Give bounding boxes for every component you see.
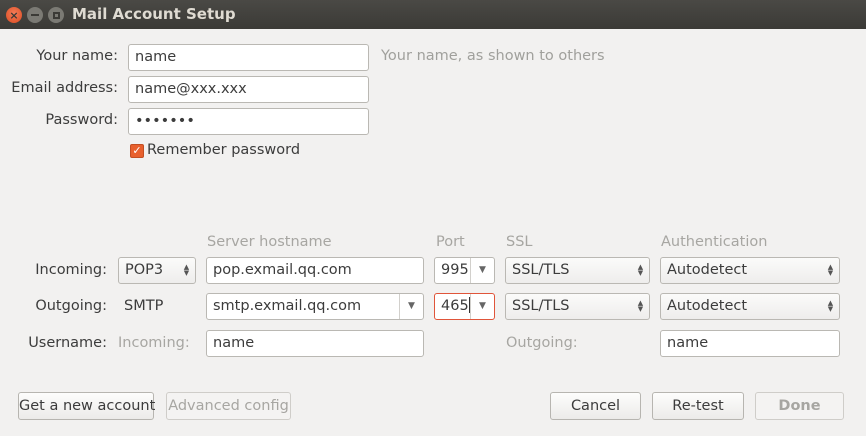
your-name-hint: Your name, as shown to others xyxy=(381,48,605,64)
outgoing-username-input[interactable]: name xyxy=(660,330,840,357)
header-authentication: Authentication xyxy=(661,234,768,250)
your-name-label: Your name: xyxy=(36,48,118,64)
chevron-down-icon[interactable]: ▼ xyxy=(399,294,423,319)
remember-password-label: Remember password xyxy=(147,142,301,158)
outgoing-protocol: SMTP xyxy=(124,298,164,314)
username-incoming-label: Incoming: xyxy=(118,335,190,351)
outgoing-hostname-combo[interactable]: smtp.exmail.qq.com ▼ xyxy=(206,293,424,320)
outgoing-port-value: 465 xyxy=(441,298,469,314)
password-input[interactable]: ••••••• xyxy=(128,108,369,135)
window-title: Mail Account Setup xyxy=(72,5,236,23)
header-port: Port xyxy=(436,234,465,250)
outgoing-ssl-value: SSL/TLS xyxy=(512,298,570,314)
header-server-hostname: Server hostname xyxy=(207,234,332,250)
your-name-input[interactable]: name xyxy=(128,44,369,71)
outgoing-label: Outgoing: xyxy=(35,298,107,314)
incoming-ssl-value: SSL/TLS xyxy=(512,262,570,278)
incoming-ssl-select[interactable]: SSL/TLS ▲ ▼ xyxy=(505,257,650,284)
close-icon[interactable]: × xyxy=(6,7,22,23)
incoming-protocol-value: POP3 xyxy=(125,262,164,278)
incoming-label: Incoming: xyxy=(35,262,107,278)
incoming-auth-value: Autodetect xyxy=(667,262,748,278)
incoming-hostname-input[interactable]: pop.exmail.qq.com xyxy=(206,257,424,284)
username-label: Username: xyxy=(28,335,107,351)
password-label: Password: xyxy=(45,112,118,128)
incoming-port-combo[interactable]: 995 ▼ xyxy=(434,257,495,284)
chevron-down-icon[interactable]: ▼ xyxy=(470,294,494,319)
outgoing-auth-select[interactable]: Autodetect ▲ ▼ xyxy=(660,293,840,320)
remember-password-checkbox[interactable]: ✓ xyxy=(130,144,144,158)
incoming-auth-select[interactable]: Autodetect ▲ ▼ xyxy=(660,257,840,284)
advanced-config-button[interactable]: Advanced config xyxy=(166,392,291,420)
incoming-username-input[interactable]: name xyxy=(206,330,424,357)
incoming-port-value: 995 xyxy=(441,262,469,278)
cancel-button[interactable]: Cancel xyxy=(550,392,641,420)
incoming-protocol-select[interactable]: POP3 ▲ ▼ xyxy=(118,257,196,284)
updown-arrows-icon: ▲ ▼ xyxy=(637,263,644,277)
updown-arrows-icon: ▲ ▼ xyxy=(183,263,190,277)
email-label: Email address: xyxy=(11,80,118,96)
outgoing-hostname-value: smtp.exmail.qq.com xyxy=(213,298,362,314)
updown-arrows-icon: ▲ ▼ xyxy=(637,299,644,313)
header-ssl: SSL xyxy=(506,234,533,250)
done-button[interactable]: Done xyxy=(755,392,844,420)
outgoing-ssl-select[interactable]: SSL/TLS ▲ ▼ xyxy=(505,293,650,320)
username-outgoing-label: Outgoing: xyxy=(506,335,578,351)
updown-arrows-icon: ▲ ▼ xyxy=(827,263,834,277)
outgoing-auth-value: Autodetect xyxy=(667,298,748,314)
minimize-icon[interactable] xyxy=(27,7,43,23)
retest-button[interactable]: Re-test xyxy=(652,392,744,420)
maximize-icon[interactable] xyxy=(48,7,64,23)
get-new-account-button[interactable]: Get a new account xyxy=(18,392,155,420)
chevron-down-icon[interactable]: ▼ xyxy=(470,258,494,283)
title-bar: × Mail Account Setup xyxy=(0,0,866,29)
outgoing-port-combo[interactable]: 465 ▼ xyxy=(434,293,495,320)
updown-arrows-icon: ▲ ▼ xyxy=(827,299,834,313)
email-input[interactable]: name@xxx.xxx xyxy=(128,76,369,103)
